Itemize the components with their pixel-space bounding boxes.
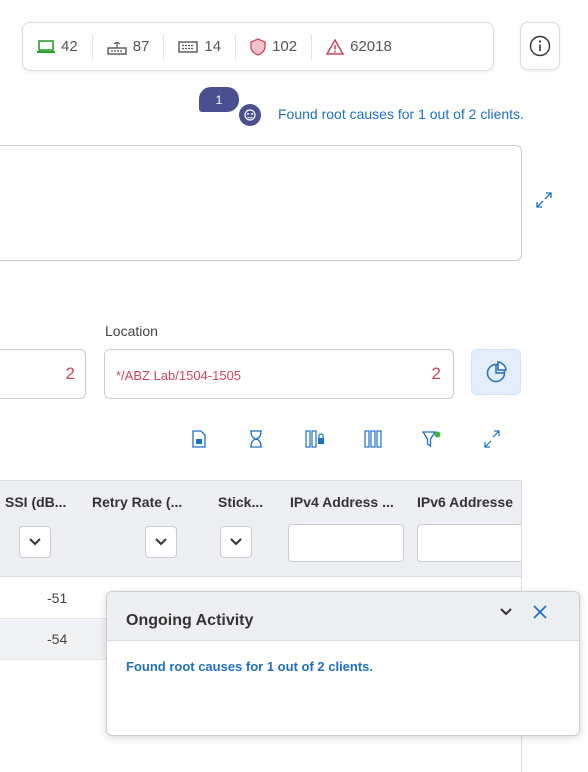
stat-alerts-value: 62018 — [350, 38, 392, 55]
columns-icon[interactable] — [364, 430, 382, 448]
column-lock-icon[interactable] — [305, 430, 325, 448]
stat-clients[interactable]: 42 — [23, 23, 92, 70]
info-icon — [529, 35, 551, 57]
column-header-retry-rate[interactable]: Retry Rate (... — [92, 494, 182, 510]
retry-rate-filter-dropdown[interactable] — [145, 526, 177, 558]
switch-icon — [178, 40, 199, 53]
rssi-cell: -51 — [47, 590, 68, 606]
pie-chart-icon — [486, 361, 507, 383]
expand-icon[interactable] — [534, 190, 554, 210]
ongoing-activity-panel: Ongoing Activity Found root causes for 1… — [106, 591, 580, 736]
sticky-filter-dropdown[interactable] — [220, 526, 252, 558]
ipv4-filter-input[interactable] — [288, 524, 404, 562]
stat-security[interactable]: 102 — [235, 33, 311, 60]
location-value: */ABZ Lab/1504-1505 — [116, 368, 242, 383]
assistant-avatar-icon[interactable] — [239, 104, 261, 126]
chevron-down-icon — [29, 538, 41, 546]
rssi-cell: -54 — [47, 631, 68, 647]
rssi-filter-dropdown[interactable] — [19, 526, 51, 558]
query-textarea[interactable] — [0, 145, 522, 261]
hourglass-icon[interactable] — [249, 430, 263, 448]
close-icon[interactable] — [532, 604, 548, 620]
stat-access-points[interactable]: 87 — [91, 33, 164, 60]
activity-message[interactable]: Found root causes for 1 out of 2 clients… — [126, 659, 373, 674]
laptop-icon — [37, 39, 55, 53]
activity-title: Ongoing Activity — [126, 612, 254, 629]
collapse-chevron-icon[interactable] — [499, 607, 513, 617]
column-header-ipv4[interactable]: IPv4 Address ... — [290, 494, 394, 510]
location-count: 2 — [431, 364, 441, 383]
column-header-ipv6[interactable]: IPv6 Addresse — [417, 494, 513, 510]
chart-button[interactable] — [471, 349, 521, 395]
shield-icon — [250, 37, 266, 56]
chevron-down-icon — [230, 538, 242, 546]
export-icon[interactable] — [191, 430, 207, 448]
chevron-down-icon — [155, 538, 167, 546]
stat-clients-value: 42 — [61, 38, 78, 55]
filter-icon[interactable] — [422, 430, 442, 448]
warning-icon — [326, 38, 345, 55]
stat-switches[interactable]: 14 — [163, 33, 235, 60]
location-label: Location — [105, 323, 158, 339]
fullscreen-icon[interactable] — [482, 430, 502, 448]
stat-switches-value: 14 — [204, 38, 222, 55]
ipv6-filter-input[interactable] — [417, 524, 521, 562]
stat-access-points-value: 87 — [132, 38, 150, 55]
info-button[interactable] — [520, 22, 560, 70]
notification-link[interactable]: Found root causes for 1 out of 2 clients… — [278, 106, 524, 122]
activity-header: Ongoing Activity — [107, 592, 579, 641]
notification-count-badge[interactable]: 1 — [199, 87, 239, 112]
column-header-sticky[interactable]: Stick... — [218, 494, 263, 510]
notification-count: 1 — [215, 92, 223, 107]
filter-field[interactable]: 2 — [0, 349, 86, 399]
stat-security-value: 102 — [272, 38, 298, 55]
location-filter-input[interactable]: */ABZ Lab/1504-1505 2 — [104, 349, 454, 399]
filter-count: 2 — [65, 364, 75, 383]
stat-alerts[interactable]: 62018 — [311, 33, 406, 60]
stats-bar: 42 87 14 102 62018 — [22, 22, 494, 71]
access-point-icon — [106, 41, 127, 55]
column-header-rssi[interactable]: SSI (dB... — [5, 494, 66, 510]
